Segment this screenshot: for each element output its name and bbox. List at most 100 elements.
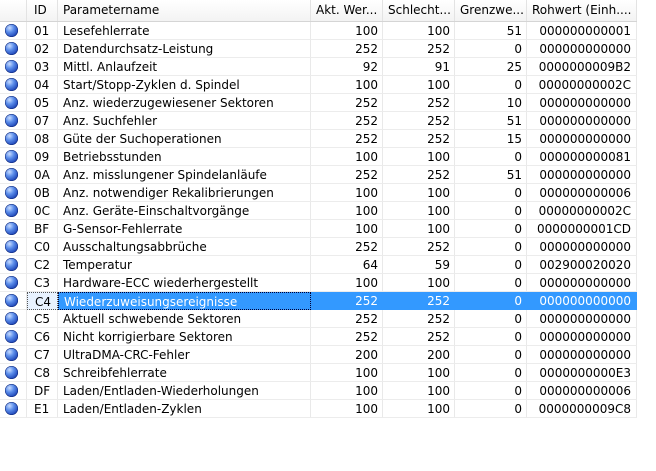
- grenzwert-cell: 0: [455, 364, 527, 382]
- blue-orb-icon: [5, 204, 18, 217]
- column-header-grenzwert[interactable]: Grenzwe...: [455, 0, 527, 21]
- akt-wert-cell: 252: [311, 310, 383, 328]
- table-row[interactable]: C6 Nicht korrigierbare Sektoren 252 252 0 000…: [0, 328, 637, 346]
- parametername-cell: Anz. wiederzugewiesener Sektoren: [58, 94, 311, 112]
- id-cell: DF: [27, 382, 58, 400]
- column-header-schlechtester[interactable]: Schlecht...: [383, 0, 455, 21]
- akt-wert-cell: 100: [311, 274, 383, 292]
- column-header-akt-wert[interactable]: Akt. Wer...: [311, 0, 383, 21]
- table-row[interactable]: 09 Betriebsstunden 100 100 0 000000000081: [0, 148, 637, 166]
- akt-wert-cell: 252: [311, 94, 383, 112]
- akt-wert-cell: 252: [311, 112, 383, 130]
- id-cell: 09: [27, 148, 58, 166]
- status-cell: [0, 274, 27, 292]
- parametername-cell: Wiederzuweisungsereignisse: [58, 292, 311, 310]
- status-cell: [0, 400, 27, 418]
- id-cell: 05: [27, 94, 58, 112]
- parametername-cell: Lesefehlerrate: [58, 22, 311, 40]
- column-header-parametername[interactable]: Parametername: [58, 0, 311, 21]
- status-cell: [0, 292, 27, 310]
- rohwert-cell: 00000000002C: [527, 76, 637, 94]
- status-cell: [0, 184, 27, 202]
- table-row[interactable]: 0C Anz. Geräte-Einschaltvorgänge 100 100 0 00…: [0, 202, 637, 220]
- table-row[interactable]: 0B Anz. notwendiger Rekalibrierungen 100 10…: [0, 184, 637, 202]
- table-row[interactable]: C8 Schreibfehlerrate 100 100 0 0000000000E3: [0, 364, 637, 382]
- parametername-cell: UltraDMA-CRC-Fehler: [58, 346, 311, 364]
- parametername-cell: Datendurchsatz-Leistung: [58, 40, 311, 58]
- id-cell: C2: [27, 256, 58, 274]
- table-row[interactable]: 0A Anz. misslungener Spindelanläufe 252 252…: [0, 166, 637, 184]
- table-row[interactable]: 03 Mittl. Anlaufzeit 92 91 25 0000000009B2: [0, 58, 637, 76]
- table-row[interactable]: C2 Temperatur 64 59 0 002900020020: [0, 256, 637, 274]
- schlechtester-cell: 252: [383, 328, 455, 346]
- rohwert-cell: 0000000009B2: [527, 58, 637, 76]
- parametername-cell: Start/Stopp-Zyklen d. Spindel: [58, 76, 311, 94]
- column-header-rohwert[interactable]: Rohwert (Einh....: [527, 0, 637, 21]
- id-cell: 08: [27, 130, 58, 148]
- table-row[interactable]: 02 Datendurchsatz-Leistung 252 252 0 00000000…: [0, 40, 637, 58]
- schlechtester-cell: 100: [383, 364, 455, 382]
- akt-wert-cell: 252: [311, 40, 383, 58]
- table-row[interactable]: C7 UltraDMA-CRC-Fehler 200 200 0 000000000000: [0, 346, 637, 364]
- table-row[interactable]: C5 Aktuell schwebende Sektoren 252 252 0 0000…: [0, 310, 637, 328]
- schlechtester-cell: 252: [383, 166, 455, 184]
- parametername-cell: Betriebsstunden: [58, 148, 311, 166]
- akt-wert-cell: 252: [311, 328, 383, 346]
- akt-wert-cell: 252: [311, 292, 383, 310]
- blue-orb-icon: [5, 402, 18, 415]
- status-cell: [0, 166, 27, 184]
- blue-orb-icon: [5, 294, 18, 307]
- grenzwert-cell: 0: [455, 238, 527, 256]
- parametername-cell: Hardware-ECC wiederhergestellt: [58, 274, 311, 292]
- column-header-status[interactable]: [0, 0, 27, 21]
- blue-orb-icon: [5, 96, 18, 109]
- blue-orb-icon: [5, 222, 18, 235]
- table-row[interactable]: C3 Hardware-ECC wiederhergestellt 100 100 0 0…: [0, 274, 637, 292]
- id-cell: C0: [27, 238, 58, 256]
- rohwert-cell: 000000000000: [527, 328, 637, 346]
- grenzwert-cell: 0: [455, 328, 527, 346]
- akt-wert-cell: 252: [311, 238, 383, 256]
- table-row[interactable]: 01 Lesefehlerrate 100 100 51 000000000001: [0, 22, 637, 40]
- blue-orb-icon: [5, 114, 18, 127]
- rohwert-cell: 000000000000: [527, 94, 637, 112]
- table-row[interactable]: BF G-Sensor-Fehlerrate 100 100 0 0000000001CD: [0, 220, 637, 238]
- blue-orb-icon: [5, 366, 18, 379]
- blue-orb-icon: [5, 348, 18, 361]
- akt-wert-cell: 100: [311, 364, 383, 382]
- id-cell: 03: [27, 58, 58, 76]
- table-row[interactable]: 04 Start/Stopp-Zyklen d. Spindel 100 100 0 00…: [0, 76, 637, 94]
- blue-orb-icon: [5, 78, 18, 91]
- schlechtester-cell: 100: [383, 274, 455, 292]
- status-cell: [0, 40, 27, 58]
- table-row[interactable]: 08 Güte der Suchoperationen 252 252 15 000000…: [0, 130, 637, 148]
- rohwert-cell: 000000000000: [527, 274, 637, 292]
- status-cell: [0, 58, 27, 76]
- id-cell: 07: [27, 112, 58, 130]
- table-row[interactable]: C0 Ausschaltungsabbrüche 252 252 0 0000000000…: [0, 238, 637, 256]
- status-cell: [0, 310, 27, 328]
- status-cell: [0, 220, 27, 238]
- parametername-cell: Anz. Geräte-Einschaltvorgänge: [58, 202, 311, 220]
- table-row[interactable]: 07 Anz. Suchfehler 252 252 51 000000000000: [0, 112, 637, 130]
- column-header-id[interactable]: ID: [27, 0, 58, 21]
- rohwert-cell: 000000000000: [527, 310, 637, 328]
- id-cell: 02: [27, 40, 58, 58]
- blue-orb-icon: [5, 150, 18, 163]
- schlechtester-cell: 100: [383, 148, 455, 166]
- table-row[interactable]: C4 Wiederzuweisungsereignisse 252 252 0 00000…: [0, 292, 637, 310]
- blue-orb-icon: [5, 330, 18, 343]
- blue-orb-icon: [5, 258, 18, 271]
- blue-orb-icon: [5, 384, 18, 397]
- table-row[interactable]: 05 Anz. wiederzugewiesener Sektoren 252 252…: [0, 94, 637, 112]
- id-cell: 0A: [27, 166, 58, 184]
- table-row[interactable]: DF Laden/Entladen-Wiederholungen 100 100 0 00…: [0, 382, 637, 400]
- grenzwert-cell: 0: [455, 400, 527, 418]
- akt-wert-cell: 100: [311, 220, 383, 238]
- blue-orb-icon: [5, 240, 18, 253]
- table-row[interactable]: E1 Laden/Entladen-Zyklen 100 100 0 0000000009…: [0, 400, 637, 418]
- parametername-cell: Anz. notwendiger Rekalibrierungen: [58, 184, 311, 202]
- grenzwert-cell: 0: [455, 202, 527, 220]
- rohwert-cell: 000000000000: [527, 40, 637, 58]
- grenzwert-cell: 0: [455, 292, 527, 310]
